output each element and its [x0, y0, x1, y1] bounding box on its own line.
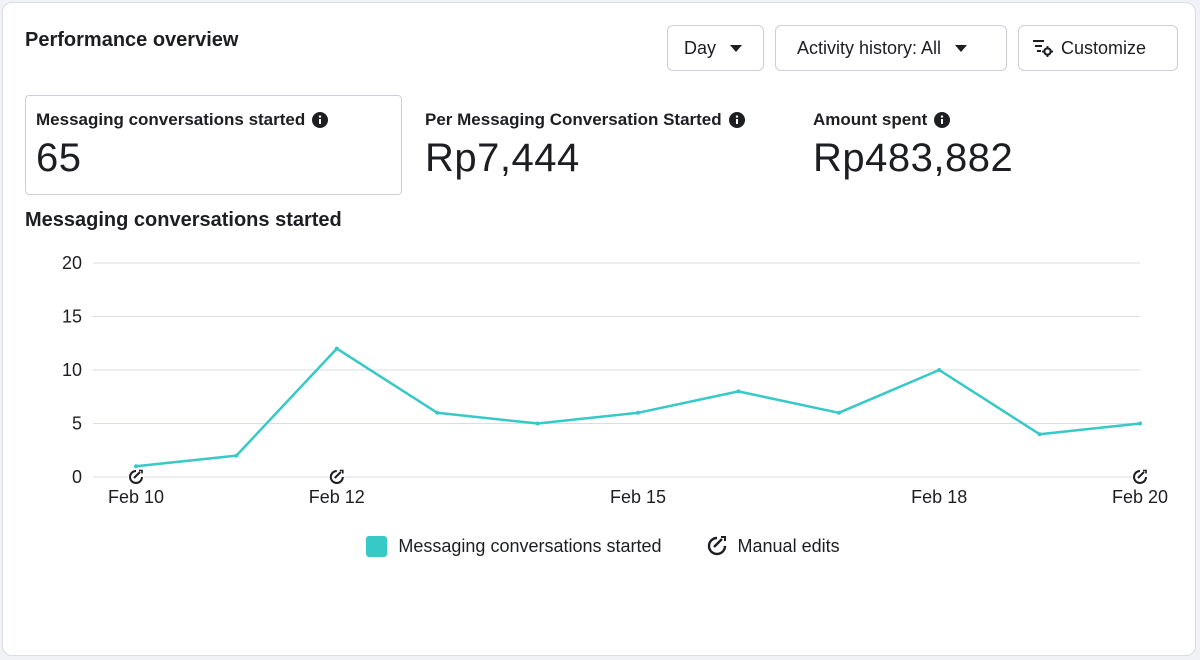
x-tick-label: Feb 12	[309, 487, 365, 507]
data-point	[334, 346, 339, 351]
x-tick-label: Feb 10	[108, 487, 164, 507]
data-point	[736, 389, 741, 394]
data-point	[435, 410, 440, 415]
y-tick-label: 0	[72, 467, 82, 487]
x-tick-label: Feb 20	[1112, 487, 1168, 507]
data-point	[836, 410, 841, 415]
manual-edit-marker-icon[interactable]	[128, 469, 144, 485]
manual-edit-marker-icon[interactable]	[1132, 469, 1148, 485]
x-tick-label: Feb 15	[610, 487, 666, 507]
y-tick-label: 10	[62, 360, 82, 380]
data-point	[1138, 421, 1142, 426]
data-point	[636, 410, 640, 415]
data-point	[134, 464, 138, 469]
data-point	[234, 453, 239, 458]
data-point	[1037, 432, 1042, 437]
x-tick-label: Feb 18	[911, 487, 967, 507]
y-tick-label: 15	[62, 307, 82, 327]
y-tick-label: 20	[62, 253, 82, 273]
data-point	[535, 421, 540, 426]
series-line	[135, 347, 1141, 468]
data-point	[937, 368, 942, 372]
y-tick-label: 5	[72, 414, 82, 434]
line-chart: 0 5 10 15 20 Feb 10 Feb 12 Feb 15 Feb 18 Feb 20	[62, 253, 1168, 507]
manual-edit-marker-icon[interactable]	[328, 469, 345, 485]
